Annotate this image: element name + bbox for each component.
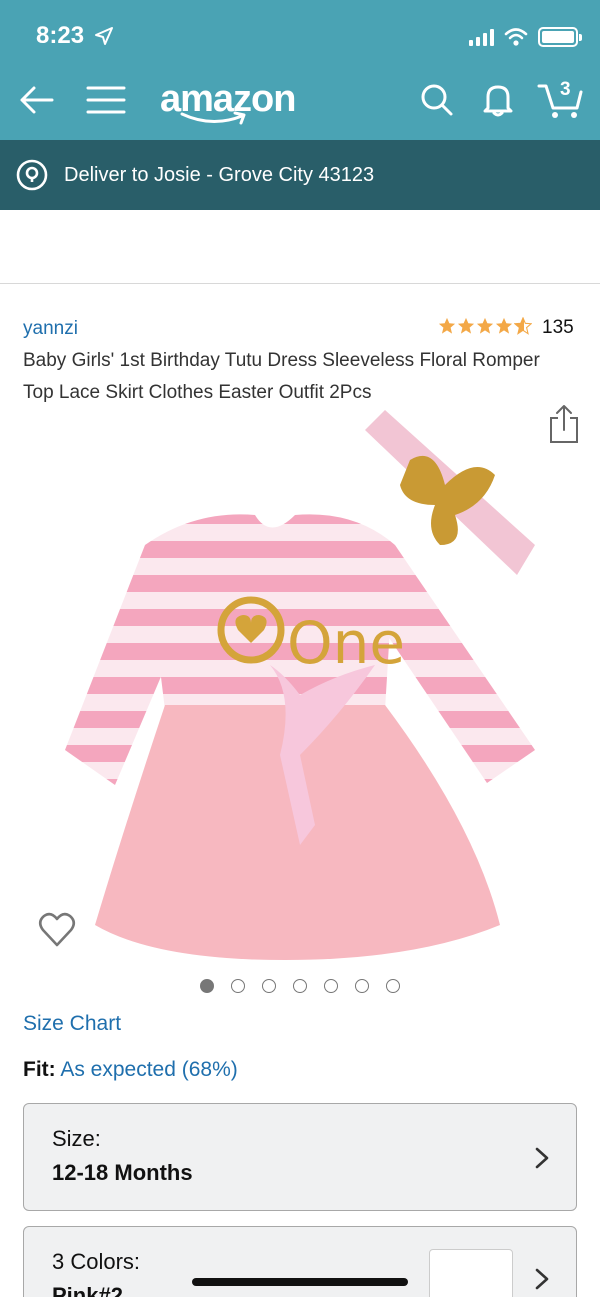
search-button[interactable] — [413, 70, 461, 130]
carousel-dot[interactable] — [355, 979, 369, 993]
cart-count-badge: 3 — [560, 79, 571, 100]
status-indicators — [469, 24, 582, 50]
notifications-button[interactable] — [474, 70, 522, 130]
search-icon — [421, 84, 453, 116]
color-value: Pink#2 — [52, 1283, 123, 1297]
battery-icon — [538, 27, 582, 47]
image-carousel-dots[interactable] — [200, 979, 400, 993]
location-pin-icon — [14, 157, 50, 193]
image-text: One — [287, 609, 405, 677]
carousel-dot[interactable] — [386, 979, 400, 993]
star-icon — [438, 317, 456, 334]
product-image[interactable]: One — [55, 405, 545, 965]
star-icon — [476, 317, 494, 334]
carousel-dot[interactable] — [231, 979, 245, 993]
signal-icon — [469, 28, 494, 46]
half-star-icon — [514, 317, 532, 335]
share-icon[interactable] — [548, 404, 580, 444]
menu-button[interactable] — [82, 70, 130, 130]
size-chart-link[interactable]: Size Chart — [23, 1012, 121, 1036]
rating-stars[interactable] — [438, 317, 532, 335]
wishlist-heart-icon[interactable] — [38, 912, 76, 948]
rating-count[interactable]: 135 — [542, 317, 574, 339]
fit-label: Fit: — [23, 1058, 56, 1081]
color-selector[interactable]: 3 Colors: Pink#2 — [23, 1226, 577, 1297]
carousel-dot[interactable] — [200, 979, 214, 993]
star-icon — [495, 317, 513, 334]
wifi-icon — [504, 28, 528, 46]
location-arrow-icon — [95, 27, 113, 45]
size-value: 12-18 Months — [52, 1160, 193, 1185]
color-label: 3 Colors: — [52, 1249, 141, 1274]
divider — [0, 283, 600, 284]
deliver-to-text: Deliver to Josie - Grove City 43123 — [64, 163, 375, 186]
fit-value-link[interactable]: As expected (68%) — [60, 1058, 237, 1081]
hamburger-icon — [86, 86, 126, 114]
color-swatch — [429, 1249, 513, 1297]
carousel-dot[interactable] — [324, 979, 338, 993]
brand-link[interactable]: yannzi — [23, 318, 78, 340]
chevron-right-icon — [535, 1268, 549, 1290]
nav-bar: amazon — [0, 70, 600, 134]
fit-row: Fit: As expected (68%) — [23, 1058, 238, 1082]
app-header: 8:23 amazon 3 — [0, 0, 600, 140]
size-selector[interactable]: Size: 12-18 Months — [23, 1103, 577, 1211]
star-icon — [457, 317, 475, 334]
bell-icon — [483, 85, 513, 117]
home-indicator[interactable] — [192, 1278, 408, 1286]
status-time: 8:23 — [36, 22, 85, 49]
amazon-smile-icon — [180, 111, 246, 125]
product-title: Baby Girls' 1st Birthday Tutu Dress Slee… — [23, 350, 540, 403]
deliver-to-bar[interactable]: Deliver to Josie - Grove City 43123 — [0, 140, 600, 210]
carousel-dot[interactable] — [262, 979, 276, 993]
back-button[interactable] — [12, 70, 60, 130]
carousel-dot[interactable] — [293, 979, 307, 993]
chevron-right-icon — [535, 1147, 549, 1169]
size-label: Size: — [52, 1126, 101, 1151]
back-arrow-icon — [20, 86, 54, 114]
